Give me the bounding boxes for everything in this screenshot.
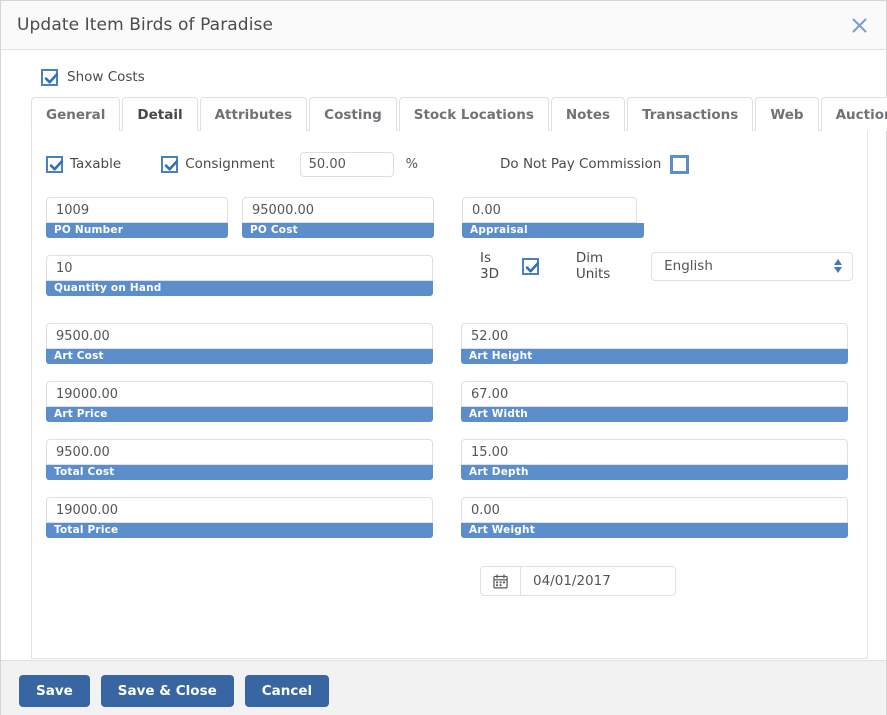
dialog-footer: Save Save & Close Cancel <box>1 660 886 715</box>
dim-units-label: Dim Units <box>575 250 611 282</box>
date-picker: 04/01/2017 <box>480 566 676 596</box>
taxable-checkbox[interactable] <box>46 155 63 173</box>
field-row-4: 19000.00 Art Price 67.00 Art Width <box>46 381 853 422</box>
field-row-6: 19000.00 Total Price 0.00 Art Weight <box>46 497 853 538</box>
calendar-icon[interactable] <box>480 566 521 596</box>
update-item-dialog: Update Item Birds of Paradise Show Costs… <box>0 0 887 715</box>
save-close-button[interactable]: Save & Close <box>100 674 234 707</box>
art-depth-field: 15.00 Art Depth <box>461 439 848 480</box>
dialog-body: Show Costs General Detail Attributes Cos… <box>1 50 887 660</box>
quantity-on-hand-field: 10 Quantity on Hand <box>46 255 433 296</box>
total-cost-label: Total Cost <box>46 465 433 480</box>
field-row-7: 04/01/2017 <box>46 566 853 596</box>
date-input[interactable]: 04/01/2017 <box>521 566 676 596</box>
show-costs-row: Show Costs <box>1 50 886 90</box>
tab-web[interactable]: Web <box>755 97 819 131</box>
art-width-label: Art Width <box>461 407 848 422</box>
po-number-input[interactable]: 1009 <box>46 197 228 223</box>
chevron-updown-icon[interactable] <box>834 259 842 273</box>
art-weight-field: 0.00 Art Weight <box>461 497 848 538</box>
field-row-3: 9500.00 Art Cost 52.00 Art Height <box>46 323 853 364</box>
show-costs-checkbox[interactable] <box>41 68 58 86</box>
field-row-1: 1009 PO Number 95000.00 PO Cost 0.00 App… <box>46 197 853 238</box>
tab-attributes[interactable]: Attributes <box>199 97 308 131</box>
art-cost-label: Art Cost <box>46 349 433 364</box>
art-height-field: 52.00 Art Height <box>461 323 848 364</box>
tab-transactions[interactable]: Transactions <box>627 97 754 131</box>
art-height-label: Art Height <box>461 349 848 364</box>
show-costs-label: Show Costs <box>67 69 145 85</box>
close-icon[interactable] <box>846 12 872 38</box>
quantity-on-hand-input[interactable]: 10 <box>46 255 433 281</box>
total-price-label: Total Price <box>46 523 433 538</box>
tab-costing[interactable]: Costing <box>309 97 397 131</box>
po-cost-label: PO Cost <box>242 223 434 238</box>
is3d-dim-units-row: Is 3D Dim Units English <box>480 250 853 282</box>
tab-auction[interactable]: Auction <box>820 97 887 131</box>
do-not-pay-commission-checkbox[interactable] <box>670 154 690 174</box>
is3d-checkbox[interactable] <box>521 257 539 275</box>
art-price-field: 19000.00 Art Price <box>46 381 433 422</box>
do-not-pay-commission-label: Do Not Pay Commission <box>500 156 662 172</box>
tab-detail[interactable]: Detail <box>122 97 198 132</box>
appraisal-label: Appraisal <box>462 223 644 238</box>
dialog-titlebar: Update Item Birds of Paradise <box>1 1 886 50</box>
art-depth-label: Art Depth <box>461 465 848 480</box>
art-cost-field: 9500.00 Art Cost <box>46 323 433 364</box>
po-cost-field: 95000.00 PO Cost <box>242 197 434 238</box>
total-price-input[interactable]: 19000.00 <box>46 497 433 523</box>
art-price-label: Art Price <box>46 407 433 422</box>
art-width-field: 67.00 Art Width <box>461 381 848 422</box>
po-cost-input[interactable]: 95000.00 <box>242 197 434 223</box>
appraisal-field: 0.00 Appraisal <box>462 197 644 238</box>
options-row: Taxable Consignment 50.00 % Do Not Pay C… <box>32 131 867 179</box>
tab-general[interactable]: General <box>31 97 121 131</box>
tab-stock-locations[interactable]: Stock Locations <box>398 97 549 131</box>
po-number-label: PO Number <box>46 223 228 238</box>
consignment-label: Consignment <box>185 156 275 172</box>
art-weight-label: Art Weight <box>461 523 848 538</box>
save-button[interactable]: Save <box>19 674 90 707</box>
art-price-input[interactable]: 19000.00 <box>46 381 433 407</box>
tab-notes[interactable]: Notes <box>550 97 626 131</box>
appraisal-input[interactable]: 0.00 <box>462 197 637 223</box>
art-cost-input[interactable]: 9500.00 <box>46 323 433 349</box>
art-height-input[interactable]: 52.00 <box>461 323 848 349</box>
total-cost-input[interactable]: 9500.00 <box>46 439 433 465</box>
percent-symbol: % <box>405 156 419 172</box>
art-depth-input[interactable]: 15.00 <box>461 439 848 465</box>
consignment-checkbox[interactable] <box>161 155 179 173</box>
taxable-label: Taxable <box>70 156 122 172</box>
dim-units-select[interactable]: English <box>651 251 853 281</box>
art-weight-input[interactable]: 0.00 <box>461 497 848 523</box>
quantity-on-hand-label: Quantity on Hand <box>46 281 433 296</box>
field-row-2: 10 Quantity on Hand Is 3D Dim Units Engl… <box>46 250 853 296</box>
is3d-label: Is 3D <box>480 250 499 282</box>
tab-bar: General Detail Attributes Costing Stock … <box>1 97 887 132</box>
po-number-field: 1009 PO Number <box>46 197 228 238</box>
cancel-button[interactable]: Cancel <box>244 674 330 707</box>
total-cost-field: 9500.00 Total Cost <box>46 439 433 480</box>
dialog-title: Update Item Birds of Paradise <box>17 15 274 35</box>
detail-tab-panel: Taxable Consignment 50.00 % Do Not Pay C… <box>31 130 868 659</box>
total-price-field: 19000.00 Total Price <box>46 497 433 538</box>
art-width-input[interactable]: 67.00 <box>461 381 848 407</box>
field-row-5: 9500.00 Total Cost 15.00 Art Depth <box>46 439 853 480</box>
detail-fields: 1009 PO Number 95000.00 PO Cost 0.00 App… <box>32 197 867 596</box>
consignment-percent-input[interactable]: 50.00 <box>299 151 394 177</box>
